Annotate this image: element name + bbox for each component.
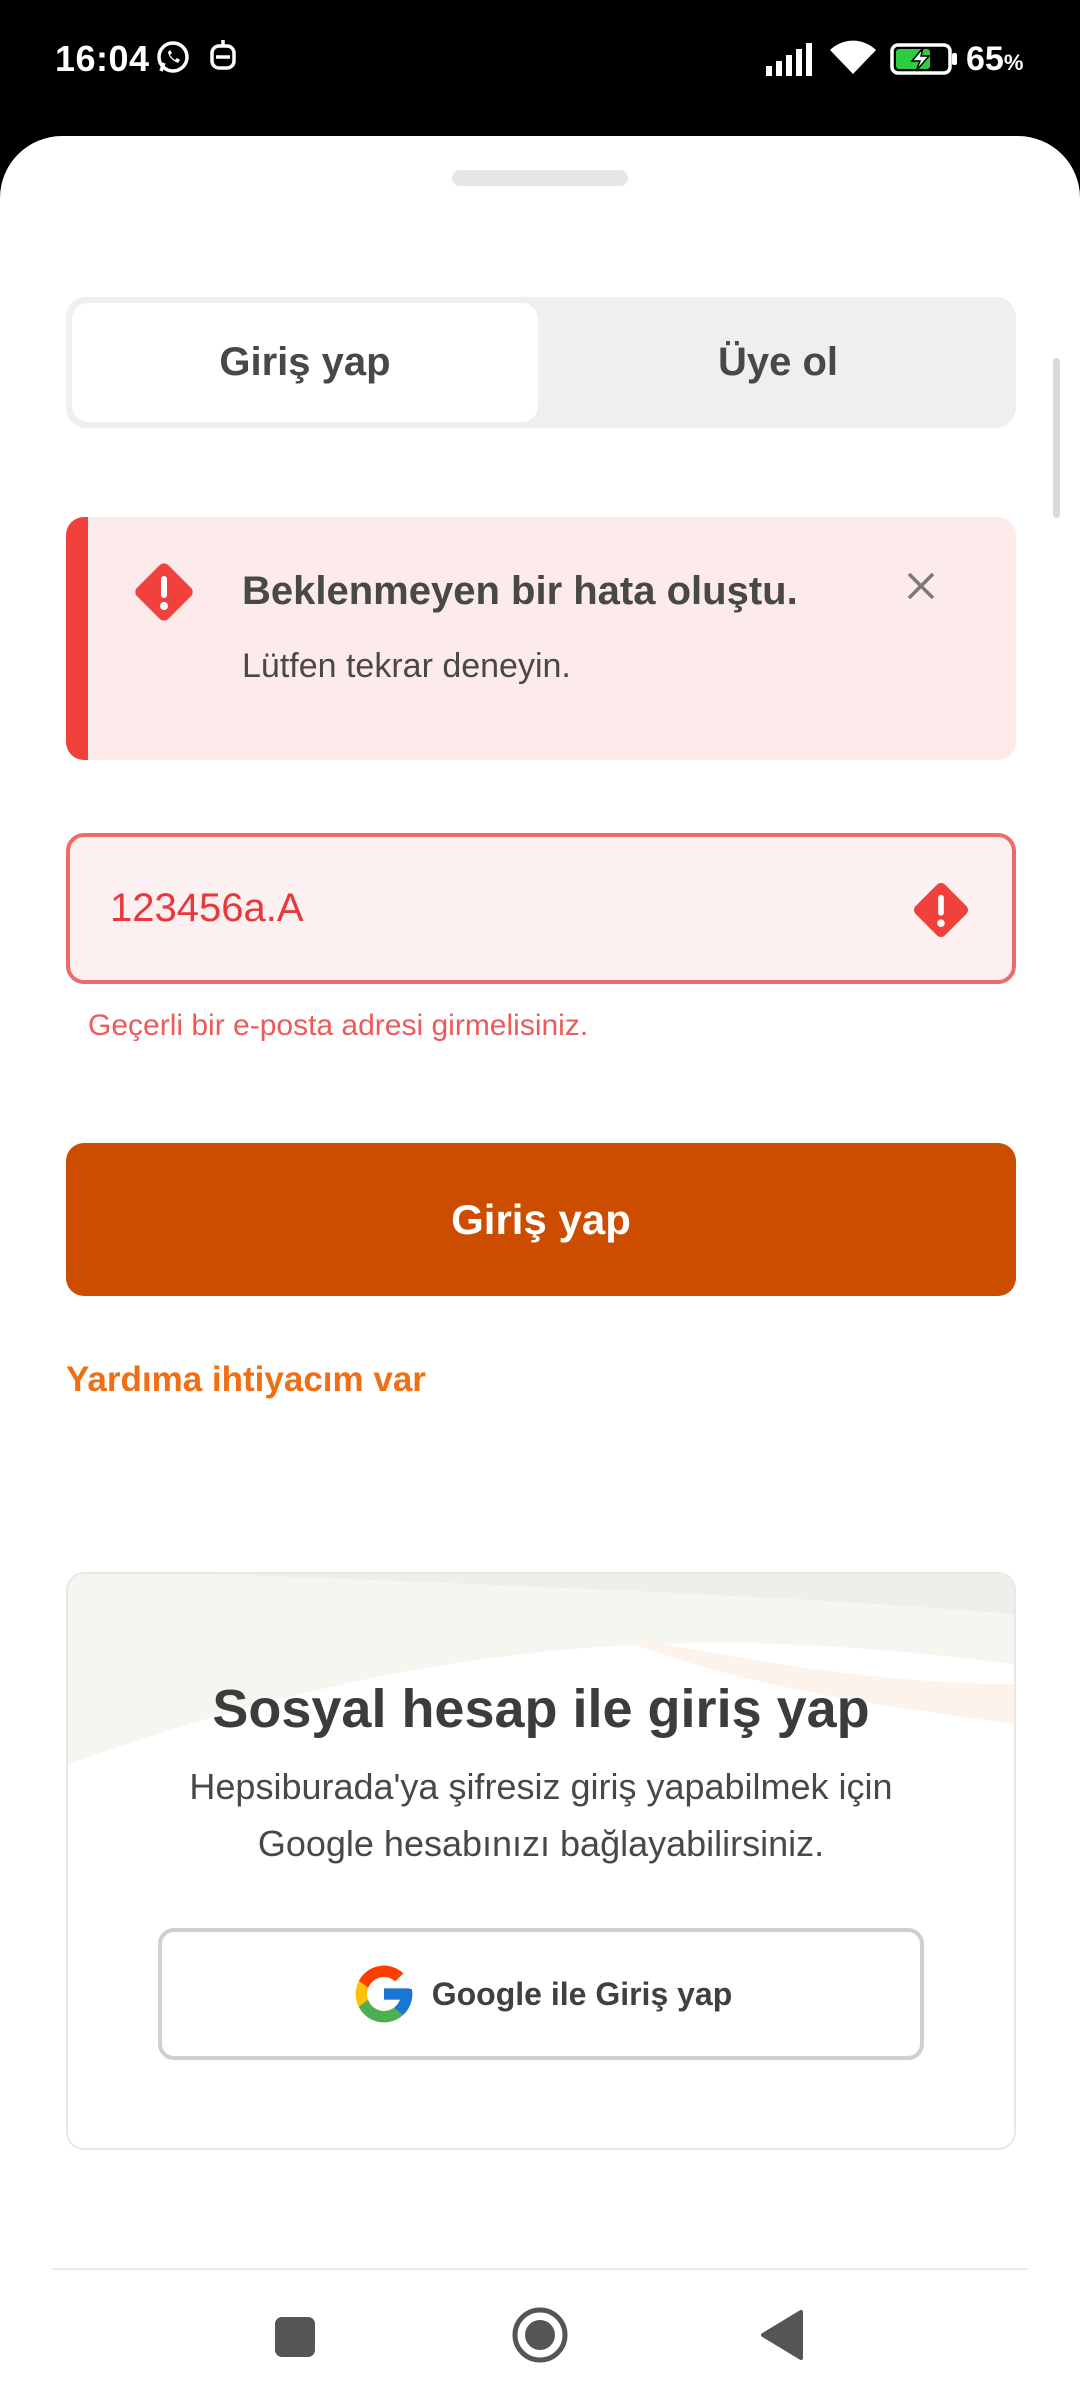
social-title: Sosyal hesap ile giriş yap [212, 1679, 870, 1739]
auth-tabs: Giriş yap Üye ol [66, 297, 1016, 428]
battery-charging-icon [890, 43, 957, 75]
robot-icon [210, 40, 236, 70]
recents-icon[interactable] [274, 2316, 316, 2358]
signal-icon [766, 43, 812, 76]
social-login-card: Sosyal hesap ile giriş yap Hepsiburada'y… [66, 1572, 1016, 2150]
system-nav-bar [0, 2272, 1080, 2400]
tab-login[interactable]: Giriş yap [72, 303, 538, 422]
help-link[interactable]: Yardıma ihtiyacım var [66, 1360, 426, 1400]
email-error-text: Geçerli bir e-posta adresi girmelisiniz. [88, 1009, 589, 1042]
alert-message: Lütfen tekrar deneyin. [242, 647, 571, 685]
whatsapp-icon [157, 41, 189, 73]
social-description: Hepsiburada'ya şifresiz giriş yapabilmek… [189, 1766, 893, 1864]
wifi-icon [830, 40, 876, 74]
drag-handle[interactable] [452, 170, 628, 186]
card-decoration [68, 1574, 1014, 1764]
alert-title: Beklenmeyen bir hata oluştu. [242, 569, 798, 613]
back-icon[interactable] [757, 2308, 807, 2362]
status-bar: 16:04 65% [0, 0, 1080, 130]
alert-accent-bar [66, 517, 88, 760]
login-button[interactable]: Giriş yap [66, 1143, 1016, 1296]
error-alert: Beklenmeyen bir hata oluştu. Lütfen tekr… [66, 517, 1016, 760]
google-button-label: Google ile Giriş yap [431, 1975, 733, 2012]
email-field[interactable]: 123456a.A [66, 833, 1016, 984]
status-time: 16:04 [55, 38, 150, 79]
scrollbar[interactable] [1053, 358, 1060, 518]
email-input-value[interactable]: 123456a.A [110, 837, 304, 980]
battery-level: 65% [966, 40, 1024, 78]
divider [52, 2268, 1028, 2270]
google-icon [355, 1965, 413, 2023]
home-icon[interactable] [511, 2306, 569, 2364]
login-sheet: Giriş yap Üye ol Beklenmeyen bir hata ol… [0, 136, 1080, 2400]
error-diamond-icon [914, 883, 968, 937]
close-icon[interactable] [896, 561, 946, 611]
google-login-button[interactable]: Google ile Giriş yap [158, 1928, 924, 2060]
tab-register[interactable]: Üye ol [546, 303, 1010, 422]
error-diamond-icon [135, 563, 193, 621]
